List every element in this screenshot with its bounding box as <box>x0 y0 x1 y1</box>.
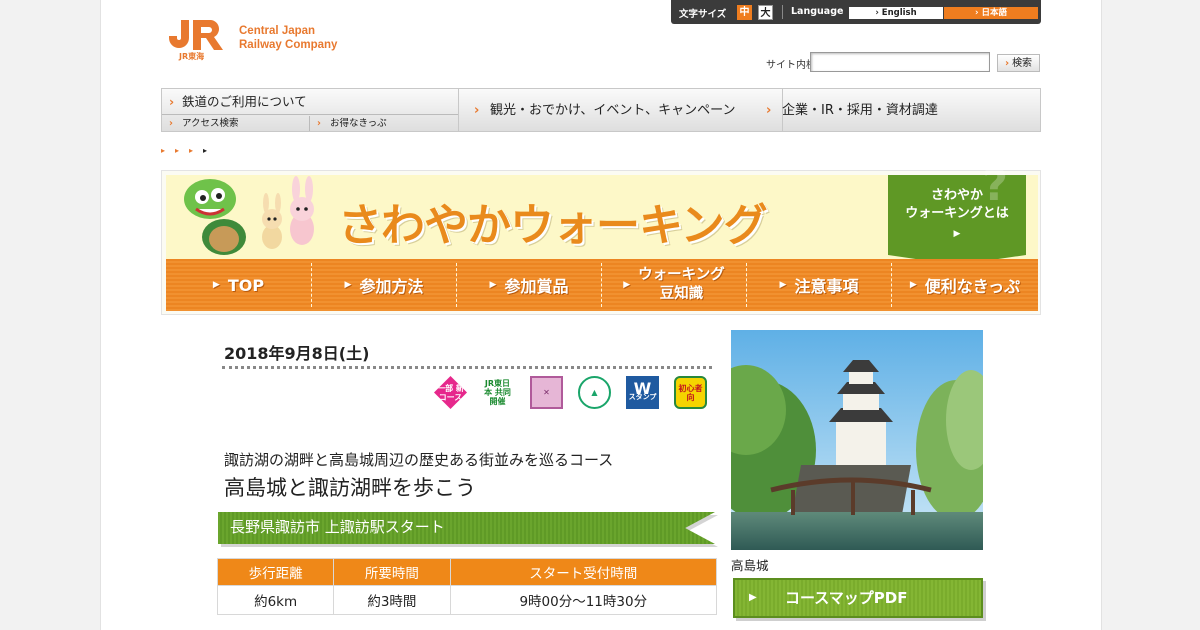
walking-nav-prizes[interactable]: ▶ 参加賞品 <box>456 263 601 307</box>
ic-card-badge-icon: ✕ <box>530 376 563 409</box>
font-size-large-button[interactable]: 大 <box>758 5 773 20</box>
event-subtitle: 諏訪湖の湖畔と高島城周辺の歴史ある街並みを巡るコース <box>224 451 614 469</box>
walking-nav: ▶ TOP ▶ 参加方法 ▶ 参加賞品 ▶ ウォーキング 豆知識 ▶ 注意事項 ▶ 便利なき… <box>166 259 1038 311</box>
question-mark-icon: ? <box>982 160 1008 211</box>
language-english-button[interactable]: › English <box>849 7 943 19</box>
event-area-bar: 長野県諏訪市 上諏訪駅スタート <box>218 512 715 544</box>
jr-central-logo[interactable]: Central Japan Railway Company JR東海 <box>163 18 353 64</box>
about-walking-button[interactable]: ? さわやか ウォーキングとは ▶ <box>888 160 1026 265</box>
triangle-right-icon: ▶ <box>749 592 757 603</box>
logo-sub: JR東海 <box>179 52 205 61</box>
search-button[interactable]: 検索 <box>997 54 1040 72</box>
breadcrumb-arrow-icon: ▸ <box>203 146 218 155</box>
triangle-right-icon: ▶ <box>779 280 787 290</box>
walking-nav-tickets[interactable]: ▶ 便利なきっぷ <box>891 263 1038 307</box>
w-stamp-badge-icon: W スタンプ <box>626 376 659 409</box>
table-cell: 約3時間 <box>333 585 451 615</box>
walking-nav-how-to-join[interactable]: ▶ 参加方法 <box>311 263 456 307</box>
utility-divider <box>782 5 783 19</box>
triangle-right-icon: ▶ <box>953 229 961 239</box>
chevron-right-icon: › <box>317 118 321 129</box>
jr-east-joint-badge-icon: JR東日本 共同開催 <box>481 376 514 409</box>
mascot-characters-icon <box>184 176 314 255</box>
nav-access-search[interactable]: › アクセス検索 <box>162 116 310 131</box>
walking-nav-notes[interactable]: ▶ 注意事項 <box>746 263 891 307</box>
table-header-cell: 所要時間 <box>333 558 451 586</box>
walking-banner: さわやかウォーキング ? さわやか ウォーキングとは ▶ ▶ TOP ▶ 参加方法 … <box>161 160 1041 315</box>
castle-photo-image <box>731 330 983 550</box>
breadcrumb-arrow-icon[interactable]: ▸ <box>189 146 203 155</box>
new-course-badge-icon: 一部 新コース <box>434 376 467 409</box>
triangle-right-icon: ▶ <box>909 280 917 290</box>
photo-caption: 高島城 <box>731 558 769 573</box>
dotted-divider <box>222 366 712 369</box>
triangle-right-icon: ▶ <box>623 279 631 290</box>
course-map-pdf-button[interactable]: ▶ コースマップPDF <box>733 578 983 618</box>
event-title: 高島城と諏訪湖畔を歩こう <box>224 476 476 500</box>
utility-bar: 文字サイズ 中 大 Language › English › 日本語 <box>671 0 1041 24</box>
chevron-right-icon: › <box>766 103 772 118</box>
nav-railway[interactable]: › 鉄道のご利用について <box>162 89 458 115</box>
table-cell: 9時00分～11時30分 <box>449 585 718 615</box>
breadcrumb-arrow-icon[interactable]: ▸ <box>161 146 175 155</box>
table-header-cell: 歩行距離 <box>216 558 335 586</box>
banner-title: さわやかウォーキング <box>338 200 768 251</box>
triangle-right-icon: ▶ <box>489 280 497 290</box>
chevron-right-icon: › <box>474 103 480 118</box>
nav-tickets[interactable]: › お得なきっぷ <box>310 116 458 131</box>
table-row: 約6km 約3時間 9時00分～11時30分 <box>216 585 718 615</box>
castle-photo <box>731 330 983 550</box>
banner-header: さわやかウォーキング ? さわやか ウォーキングとは ▶ <box>166 160 1038 265</box>
search-input[interactable] <box>810 52 990 72</box>
font-size-label: 文字サイズ <box>679 9 727 20</box>
walking-nav-top[interactable]: ▶ TOP <box>166 263 311 307</box>
jr-logo-icon <box>169 20 223 50</box>
table-cell: 約6km <box>216 585 335 615</box>
walking-nav-trivia[interactable]: ▶ ウォーキング 豆知識 <box>601 263 746 307</box>
table-header-row: 歩行距離 所要時間 スタート受付時間 <box>216 558 718 586</box>
table-header-cell: スタート受付時間 <box>449 558 718 586</box>
event-info-table: 歩行距離 所要時間 スタート受付時間 約6km 約3時間 9時00分～11時30… <box>216 558 718 615</box>
language-japanese-button[interactable]: › 日本語 <box>944 7 1038 19</box>
event-date: 2018年9月8日(土) <box>224 344 370 363</box>
chevron-right-icon: › <box>169 94 175 109</box>
logo-text: Central Japan Railway Company <box>239 25 338 51</box>
eco-badge-icon: ▲ <box>578 376 611 409</box>
language-label: Language <box>791 6 844 17</box>
breadcrumb-arrow-icon[interactable]: ▸ <box>175 146 189 155</box>
breadcrumb: ▸▸▸▸ <box>161 146 217 155</box>
beginner-badge-icon: 初心者向 <box>674 376 707 409</box>
page-container: Central Japan Railway Company JR東海 文字サイズ… <box>100 0 1102 630</box>
nav-railway-group: › 鉄道のご利用について › アクセス検索 › お得なきっぷ <box>162 89 459 131</box>
triangle-right-icon: ▶ <box>212 280 220 290</box>
font-size-medium-button[interactable]: 中 <box>737 5 752 20</box>
chevron-right-icon: › <box>169 118 173 129</box>
triangle-right-icon: ▶ <box>344 280 352 290</box>
nav-corporate[interactable]: › 企業・IR・採用・資材調達 <box>750 89 1072 131</box>
global-nav: › 鉄道のご利用について › アクセス検索 › お得なきっぷ › 観光・おでかけ… <box>161 88 1041 132</box>
nav-tourism[interactable]: › 観光・おでかけ、イベント、キャンペーン <box>458 89 783 131</box>
